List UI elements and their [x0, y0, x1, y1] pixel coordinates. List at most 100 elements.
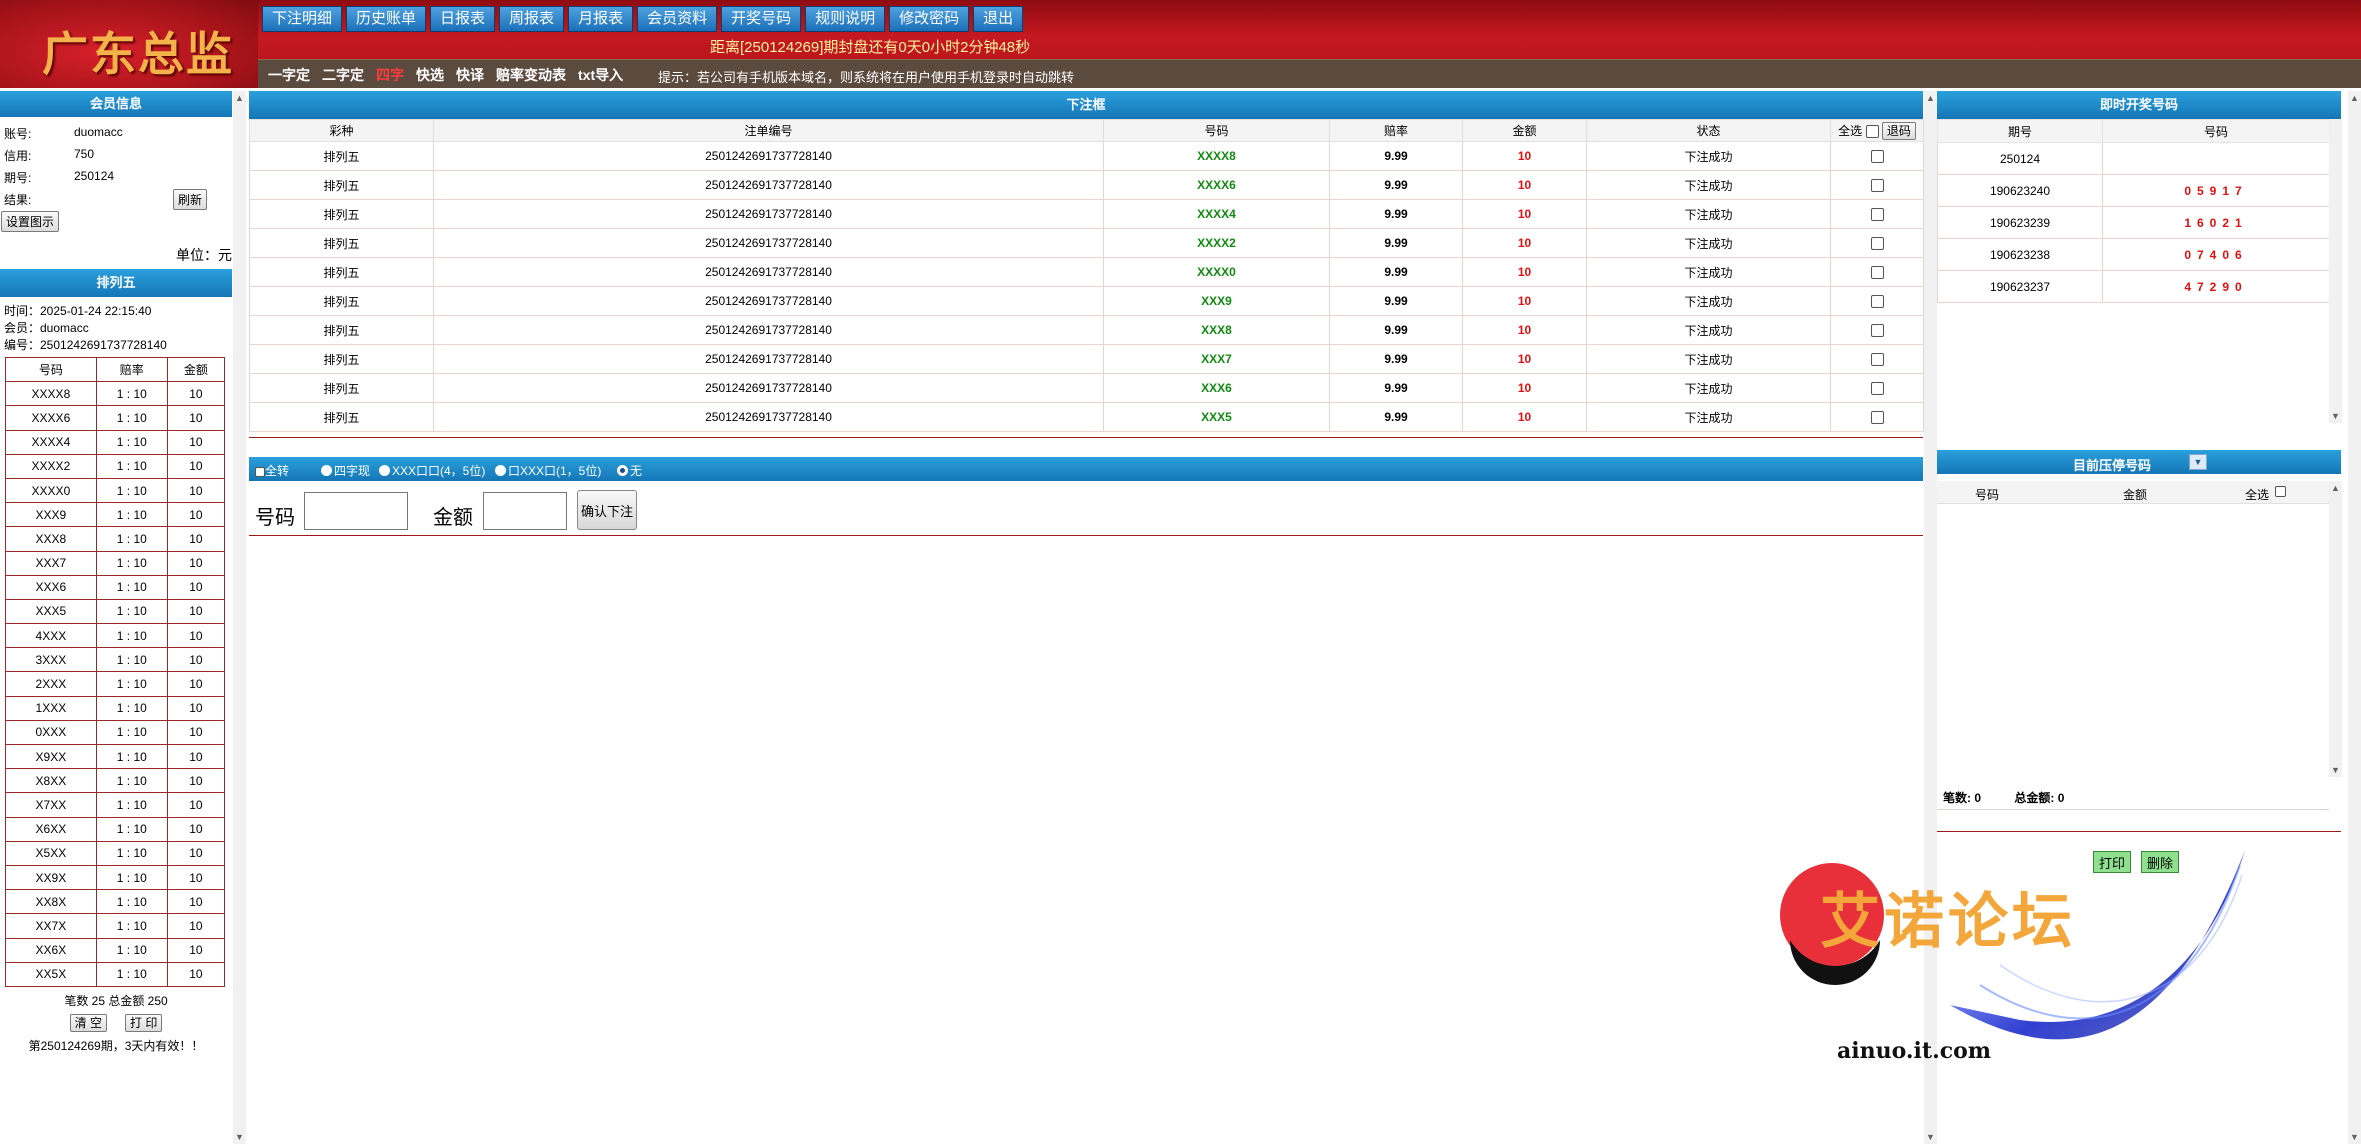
ticket-cell-amount: 10 — [166, 623, 226, 649]
bet-cell-amount: 10 — [1462, 141, 1587, 171]
left-scrollbar[interactable]: ▲ ▼ — [233, 91, 246, 1144]
bet-cell-amount: 10 — [1462, 170, 1587, 200]
validity-note: 第250124269期，3天内有效！！ — [28, 1038, 204, 1053]
row-checkbox[interactable] — [1870, 324, 1884, 338]
all-turn-checkbox[interactable] — [255, 466, 265, 477]
select-all-checkbox[interactable] — [1865, 125, 1879, 139]
ticket-cell-amount: 10 — [166, 526, 226, 552]
bet-cell-odds: 9.99 — [1329, 286, 1463, 316]
settings-button[interactable]: 设置图示 — [1, 211, 60, 232]
scroll-down-icon[interactable]: ▼ — [2350, 1132, 2359, 1142]
row-checkbox[interactable] — [1870, 382, 1884, 396]
nav-member-profile[interactable]: 会员资料 — [637, 6, 718, 32]
row-checkbox[interactable] — [1870, 237, 1884, 251]
account-value: duomacc — [74, 125, 123, 139]
bet-cell-odds: 9.99 — [1329, 315, 1463, 345]
amount-input[interactable] — [483, 492, 567, 530]
ticket-cell-odds: 1 : 10 — [95, 477, 168, 504]
radio-icon[interactable] — [321, 465, 332, 476]
nav-bet-detail[interactable]: 下注明细 — [262, 6, 343, 32]
ticket-cell-amount: 10 — [166, 719, 226, 746]
bet-cell-serial: 2501242691737728140 — [433, 141, 1104, 171]
refund-button[interactable]: 退码 — [1881, 122, 1916, 140]
right-scrollbar[interactable]: ▲ ▼ — [2348, 91, 2361, 1144]
bet-cell-status: 下注成功 — [1586, 141, 1831, 171]
scroll-down-icon[interactable]: ▼ — [235, 1132, 244, 1142]
subnav-quick-select[interactable]: 快选 — [416, 65, 444, 85]
ticket-cell-number: X6XX — [5, 816, 97, 842]
nav-weekly-report[interactable]: 周报表 — [499, 6, 565, 32]
hold-select-all-checkbox[interactable] — [2275, 486, 2286, 497]
ticket-row: XXX6 1 : 10 10 — [5, 574, 226, 600]
all-turn-option[interactable]: 全转 — [255, 462, 289, 479]
bet-row: 排列五 2501242691737728140 XXXX6 9.99 10 下注成功 — [249, 170, 1924, 200]
bet-cell-status: 下注成功 — [1586, 344, 1831, 374]
draw-scrollbar[interactable]: ▼ — [2329, 119, 2342, 423]
ticket-row: XX8X 1 : 10 10 — [5, 889, 226, 915]
divider — [249, 437, 1923, 438]
subnav-odds-table[interactable]: 赔率变动表 — [496, 65, 566, 85]
row-checkbox[interactable] — [1870, 266, 1884, 280]
print-ticket-button[interactable]: 打 印 — [125, 1013, 163, 1032]
nav-logout[interactable]: 退出 — [973, 6, 1024, 32]
bet-cell-lottery: 排列五 — [249, 170, 434, 200]
ticket-cell-number: 3XXX — [5, 647, 97, 673]
nav-draw-numbers[interactable]: 开奖号码 — [721, 6, 802, 32]
draw-cell-number — [2102, 142, 2330, 175]
row-checkbox[interactable] — [1870, 295, 1884, 309]
radio-label: 四字现 — [334, 464, 371, 478]
subnav-txt-import[interactable]: txt导入 — [578, 65, 623, 85]
scroll-down-icon[interactable]: ▼ — [2331, 411, 2340, 421]
ticket-cell-amount: 10 — [166, 574, 226, 600]
scroll-down-icon[interactable]: ▼ — [2331, 765, 2340, 775]
row-checkbox[interactable] — [1870, 353, 1884, 367]
clear-button[interactable]: 清 空 — [69, 1013, 107, 1032]
nav-monthly-report[interactable]: 月报表 — [568, 6, 634, 32]
bet-box-title: 下注框 — [249, 91, 1923, 119]
bet-cell-serial: 2501242691737728140 — [433, 257, 1104, 287]
scroll-up-icon[interactable]: ▲ — [1926, 93, 1935, 103]
chevron-down-icon[interactable]: ▼ — [2189, 454, 2207, 470]
subnav-four-digit[interactable]: 四字 — [376, 65, 404, 85]
ticket-cell-amount: 10 — [166, 502, 226, 528]
row-checkbox[interactable] — [1870, 179, 1884, 193]
radio-icon[interactable] — [379, 465, 390, 476]
scroll-up-icon[interactable]: ▲ — [2331, 483, 2340, 493]
bet-cell-select — [1830, 199, 1924, 229]
radio-xxx-45[interactable]: XXX口口(4，5位) — [379, 462, 485, 479]
scroll-down-icon[interactable]: ▼ — [1926, 1132, 1935, 1142]
confirm-bet-button[interactable]: 确认下注 — [577, 490, 637, 530]
ticket-cell-odds: 1 : 10 — [95, 405, 168, 431]
draw-table: 期号 号码 250124 190623240 05917 190623239 16021… — [1937, 119, 2330, 303]
row-checkbox[interactable] — [1870, 208, 1884, 222]
ticket-cell-number: XXX8 — [5, 526, 97, 552]
nav-rules[interactable]: 规则说明 — [805, 6, 886, 32]
subnav-quick-translate[interactable]: 快译 — [456, 65, 484, 85]
hold-scrollbar[interactable]: ▲ ▼ — [2329, 481, 2342, 777]
ticket-row: XXXX4 1 : 10 10 — [5, 429, 226, 455]
radio-none[interactable]: 无 — [617, 462, 642, 479]
radio-label: XXX口口(4，5位) — [392, 464, 486, 478]
nav-daily-report[interactable]: 日报表 — [430, 6, 496, 32]
subnav-two-digit[interactable]: 二字定 — [322, 65, 364, 85]
bet-cell-odds: 9.99 — [1329, 257, 1463, 287]
ticket-cell-amount: 10 — [166, 864, 226, 891]
refresh-button[interactable]: 刷新 — [173, 189, 208, 210]
radio-selected-icon[interactable] — [617, 465, 628, 476]
scroll-up-icon[interactable]: ▲ — [2350, 93, 2359, 103]
row-checkbox[interactable] — [1870, 411, 1884, 425]
nav-history-bill[interactable]: 历史账单 — [346, 6, 427, 32]
unit-label: 单位：元 — [176, 247, 232, 263]
radio-four-digit[interactable]: 四字现 — [321, 462, 370, 479]
bet-col-amount: 金额 — [1462, 119, 1587, 142]
radio-xxx-15[interactable]: 口XXX口(1，5位) — [495, 462, 601, 479]
radio-icon[interactable] — [495, 465, 506, 476]
bet-cell-odds: 9.99 — [1329, 344, 1463, 374]
number-input[interactable] — [304, 492, 408, 530]
scroll-up-icon[interactable]: ▲ — [235, 93, 244, 103]
row-checkbox[interactable] — [1870, 150, 1884, 164]
bet-col-number: 号码 — [1103, 119, 1330, 142]
ticket-row: XXXX0 1 : 10 10 — [5, 477, 226, 504]
nav-change-password[interactable]: 修改密码 — [889, 6, 970, 32]
subnav-one-digit[interactable]: 一字定 — [268, 65, 310, 85]
